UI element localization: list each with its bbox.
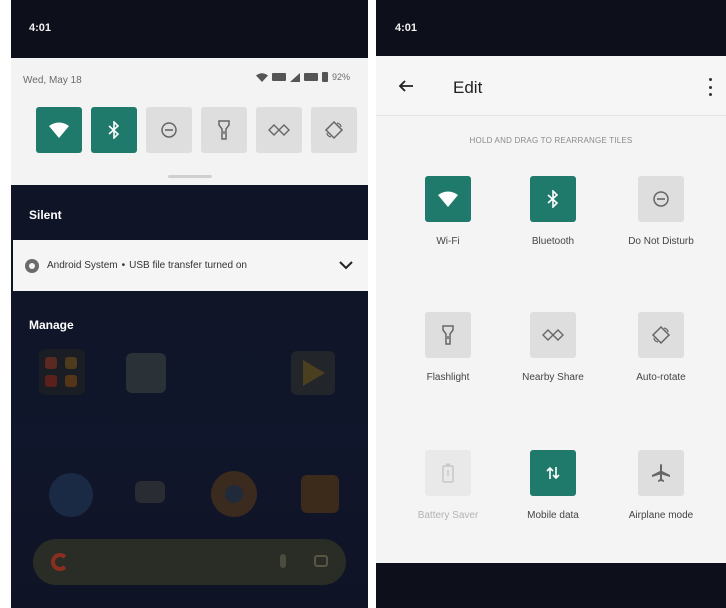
notification-message: USB file transfer turned on — [129, 260, 247, 271]
phone-app-icon[interactable] — [49, 473, 93, 517]
notification-shade-screen: 4:01 Wed, May 18 92% Silent Android Syst… — [11, 0, 368, 608]
auto-rotate-icon — [651, 325, 671, 345]
signal-icon — [289, 72, 300, 82]
hd-icon — [271, 73, 286, 81]
edit-header: Edit — [376, 56, 726, 116]
android-system-icon — [25, 258, 39, 273]
tile-label: Battery Saver — [417, 510, 479, 521]
google-search-bar[interactable] — [33, 539, 346, 585]
nearby-share-icon — [268, 124, 290, 136]
microphone-icon[interactable] — [280, 554, 286, 568]
tile-label: Auto-rotate — [636, 372, 686, 383]
play-store-icon[interactable] — [291, 351, 335, 395]
tile-label: Airplane mode — [628, 510, 694, 521]
chevron-down-icon[interactable] — [338, 257, 354, 273]
edit-tile-bluetooth[interactable]: Bluetooth — [498, 176, 608, 247]
tile-label: Flashlight — [426, 372, 470, 383]
edit-tile-wifi[interactable]: Wi-Fi — [393, 176, 503, 247]
airplane-icon — [652, 464, 670, 482]
bluetooth-icon — [108, 121, 120, 139]
bluetooth-icon — [547, 190, 559, 208]
messages-app-icon[interactable] — [135, 481, 165, 503]
edit-panel: Edit HOLD AND DRAG TO REARRANGE TILES Wi… — [376, 56, 726, 563]
app-folder-icon[interactable] — [39, 349, 85, 395]
edit-tile-mobile-data[interactable]: Mobile data — [498, 450, 608, 521]
status-icons: 92% — [255, 72, 350, 82]
edit-tile-auto-rotate[interactable]: Auto-rotate — [606, 312, 716, 383]
edit-tile-battery-saver[interactable]: Battery Saver — [393, 450, 503, 521]
lens-icon[interactable] — [314, 555, 328, 567]
more-options-icon[interactable] — [706, 78, 714, 96]
wifi-icon — [49, 122, 69, 138]
silent-section-title: Silent — [29, 208, 62, 222]
battery-percent: 92% — [331, 72, 350, 82]
lte-icon — [303, 73, 318, 81]
qs-tile-bluetooth[interactable] — [91, 107, 137, 153]
edit-tile-airplane-mode[interactable]: Airplane mode — [606, 450, 716, 521]
rearrange-hint: HOLD AND DRAG TO REARRANGE TILES — [469, 136, 633, 145]
notification-app-name: Android System — [47, 260, 118, 271]
wifi-status-icon — [255, 72, 268, 82]
edit-tile-do-not-disturb[interactable]: Do Not Disturb — [606, 176, 716, 247]
qs-tile-flashlight[interactable] — [201, 107, 247, 153]
qs-tile-do-not-disturb[interactable] — [146, 107, 192, 153]
google-icon — [51, 553, 69, 571]
mobile-data-icon — [546, 466, 560, 480]
tile-label: Wi-Fi — [436, 236, 460, 247]
battery-saver-icon — [442, 463, 454, 483]
edit-tiles-screen: 4:01 Edit HOLD AND DRAG TO REARRANGE TIL… — [376, 0, 726, 608]
page-title: Edit — [453, 78, 483, 97]
tile-label: Do Not Disturb — [628, 236, 694, 247]
usb-notification[interactable]: Android System • USB file transfer turne… — [13, 240, 368, 291]
wifi-icon — [438, 191, 458, 207]
qs-tile-wifi[interactable] — [36, 107, 82, 153]
tile-label: Nearby Share — [522, 372, 584, 383]
do-not-disturb-icon — [653, 191, 669, 207]
auto-rotate-icon — [324, 120, 344, 140]
do-not-disturb-icon — [161, 122, 177, 138]
manage-button[interactable]: Manage — [29, 318, 74, 332]
back-arrow-icon[interactable] — [398, 78, 414, 94]
date-label: Wed, May 18 — [23, 75, 82, 86]
battery-icon — [321, 72, 328, 82]
qs-tile-auto-rotate[interactable] — [311, 107, 357, 153]
flashlight-icon — [442, 325, 454, 345]
status-bar-time: 4:01 — [395, 22, 418, 34]
edit-tile-nearby-share[interactable]: Nearby Share — [498, 312, 608, 383]
flashlight-icon — [218, 120, 230, 140]
camera-app-icon[interactable] — [301, 475, 339, 513]
status-bar-time: 4:01 — [29, 22, 52, 34]
qs-tile-nearby-share[interactable] — [256, 107, 302, 153]
drag-handle[interactable] — [168, 175, 212, 178]
tile-label: Mobile data — [527, 510, 579, 521]
nearby-share-icon — [542, 329, 564, 341]
edit-tile-flashlight[interactable]: Flashlight — [393, 312, 503, 383]
tile-label: Bluetooth — [531, 236, 575, 247]
quick-settings-panel: Wed, May 18 92% — [11, 58, 368, 185]
chrome-app-icon[interactable] — [211, 471, 257, 517]
app-photos-icon[interactable] — [126, 353, 166, 393]
notification-separator: • — [121, 260, 126, 271]
